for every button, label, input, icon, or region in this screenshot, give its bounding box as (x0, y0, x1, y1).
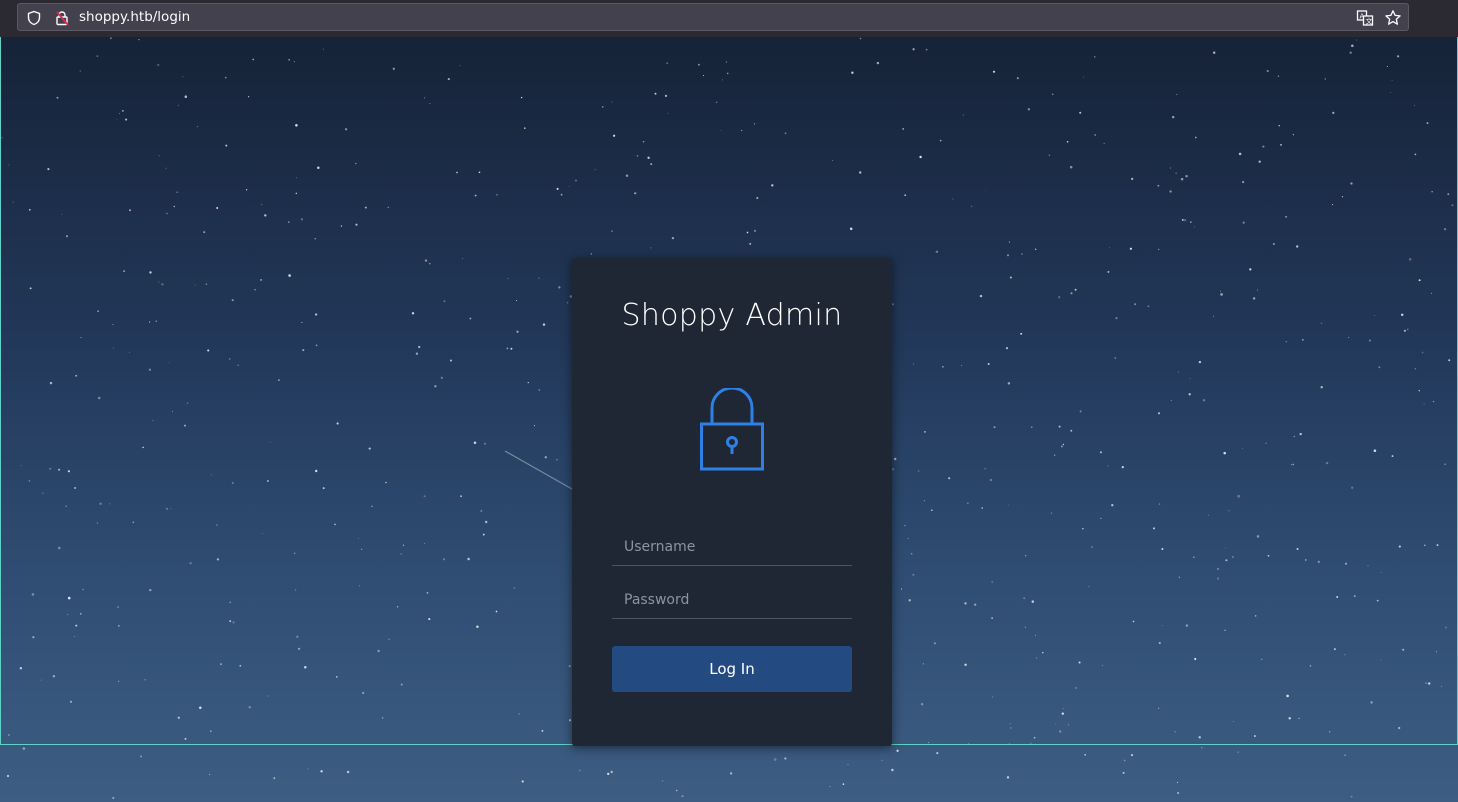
username-input[interactable] (612, 528, 852, 566)
login-button[interactable]: Log In (612, 646, 852, 692)
password-input[interactable] (612, 581, 852, 619)
translate-icon[interactable]: A 文 (1356, 9, 1374, 31)
svg-text:文: 文 (1366, 17, 1373, 26)
lock-warning-icon[interactable] (54, 10, 70, 30)
shield-icon[interactable] (26, 10, 42, 30)
address-bar[interactable]: shoppy.htb/login A 文 (17, 3, 1409, 31)
page-title: Shoppy Admin (621, 298, 843, 333)
star-icon[interactable] (1384, 9, 1402, 31)
padlock-icon (700, 386, 764, 476)
login-card: Shoppy Admin Log In (572, 258, 892, 746)
url-text[interactable]: shoppy.htb/login (79, 9, 190, 25)
browser-toolbar: shoppy.htb/login A 文 (0, 0, 1458, 37)
svg-text:A: A (1360, 13, 1365, 21)
